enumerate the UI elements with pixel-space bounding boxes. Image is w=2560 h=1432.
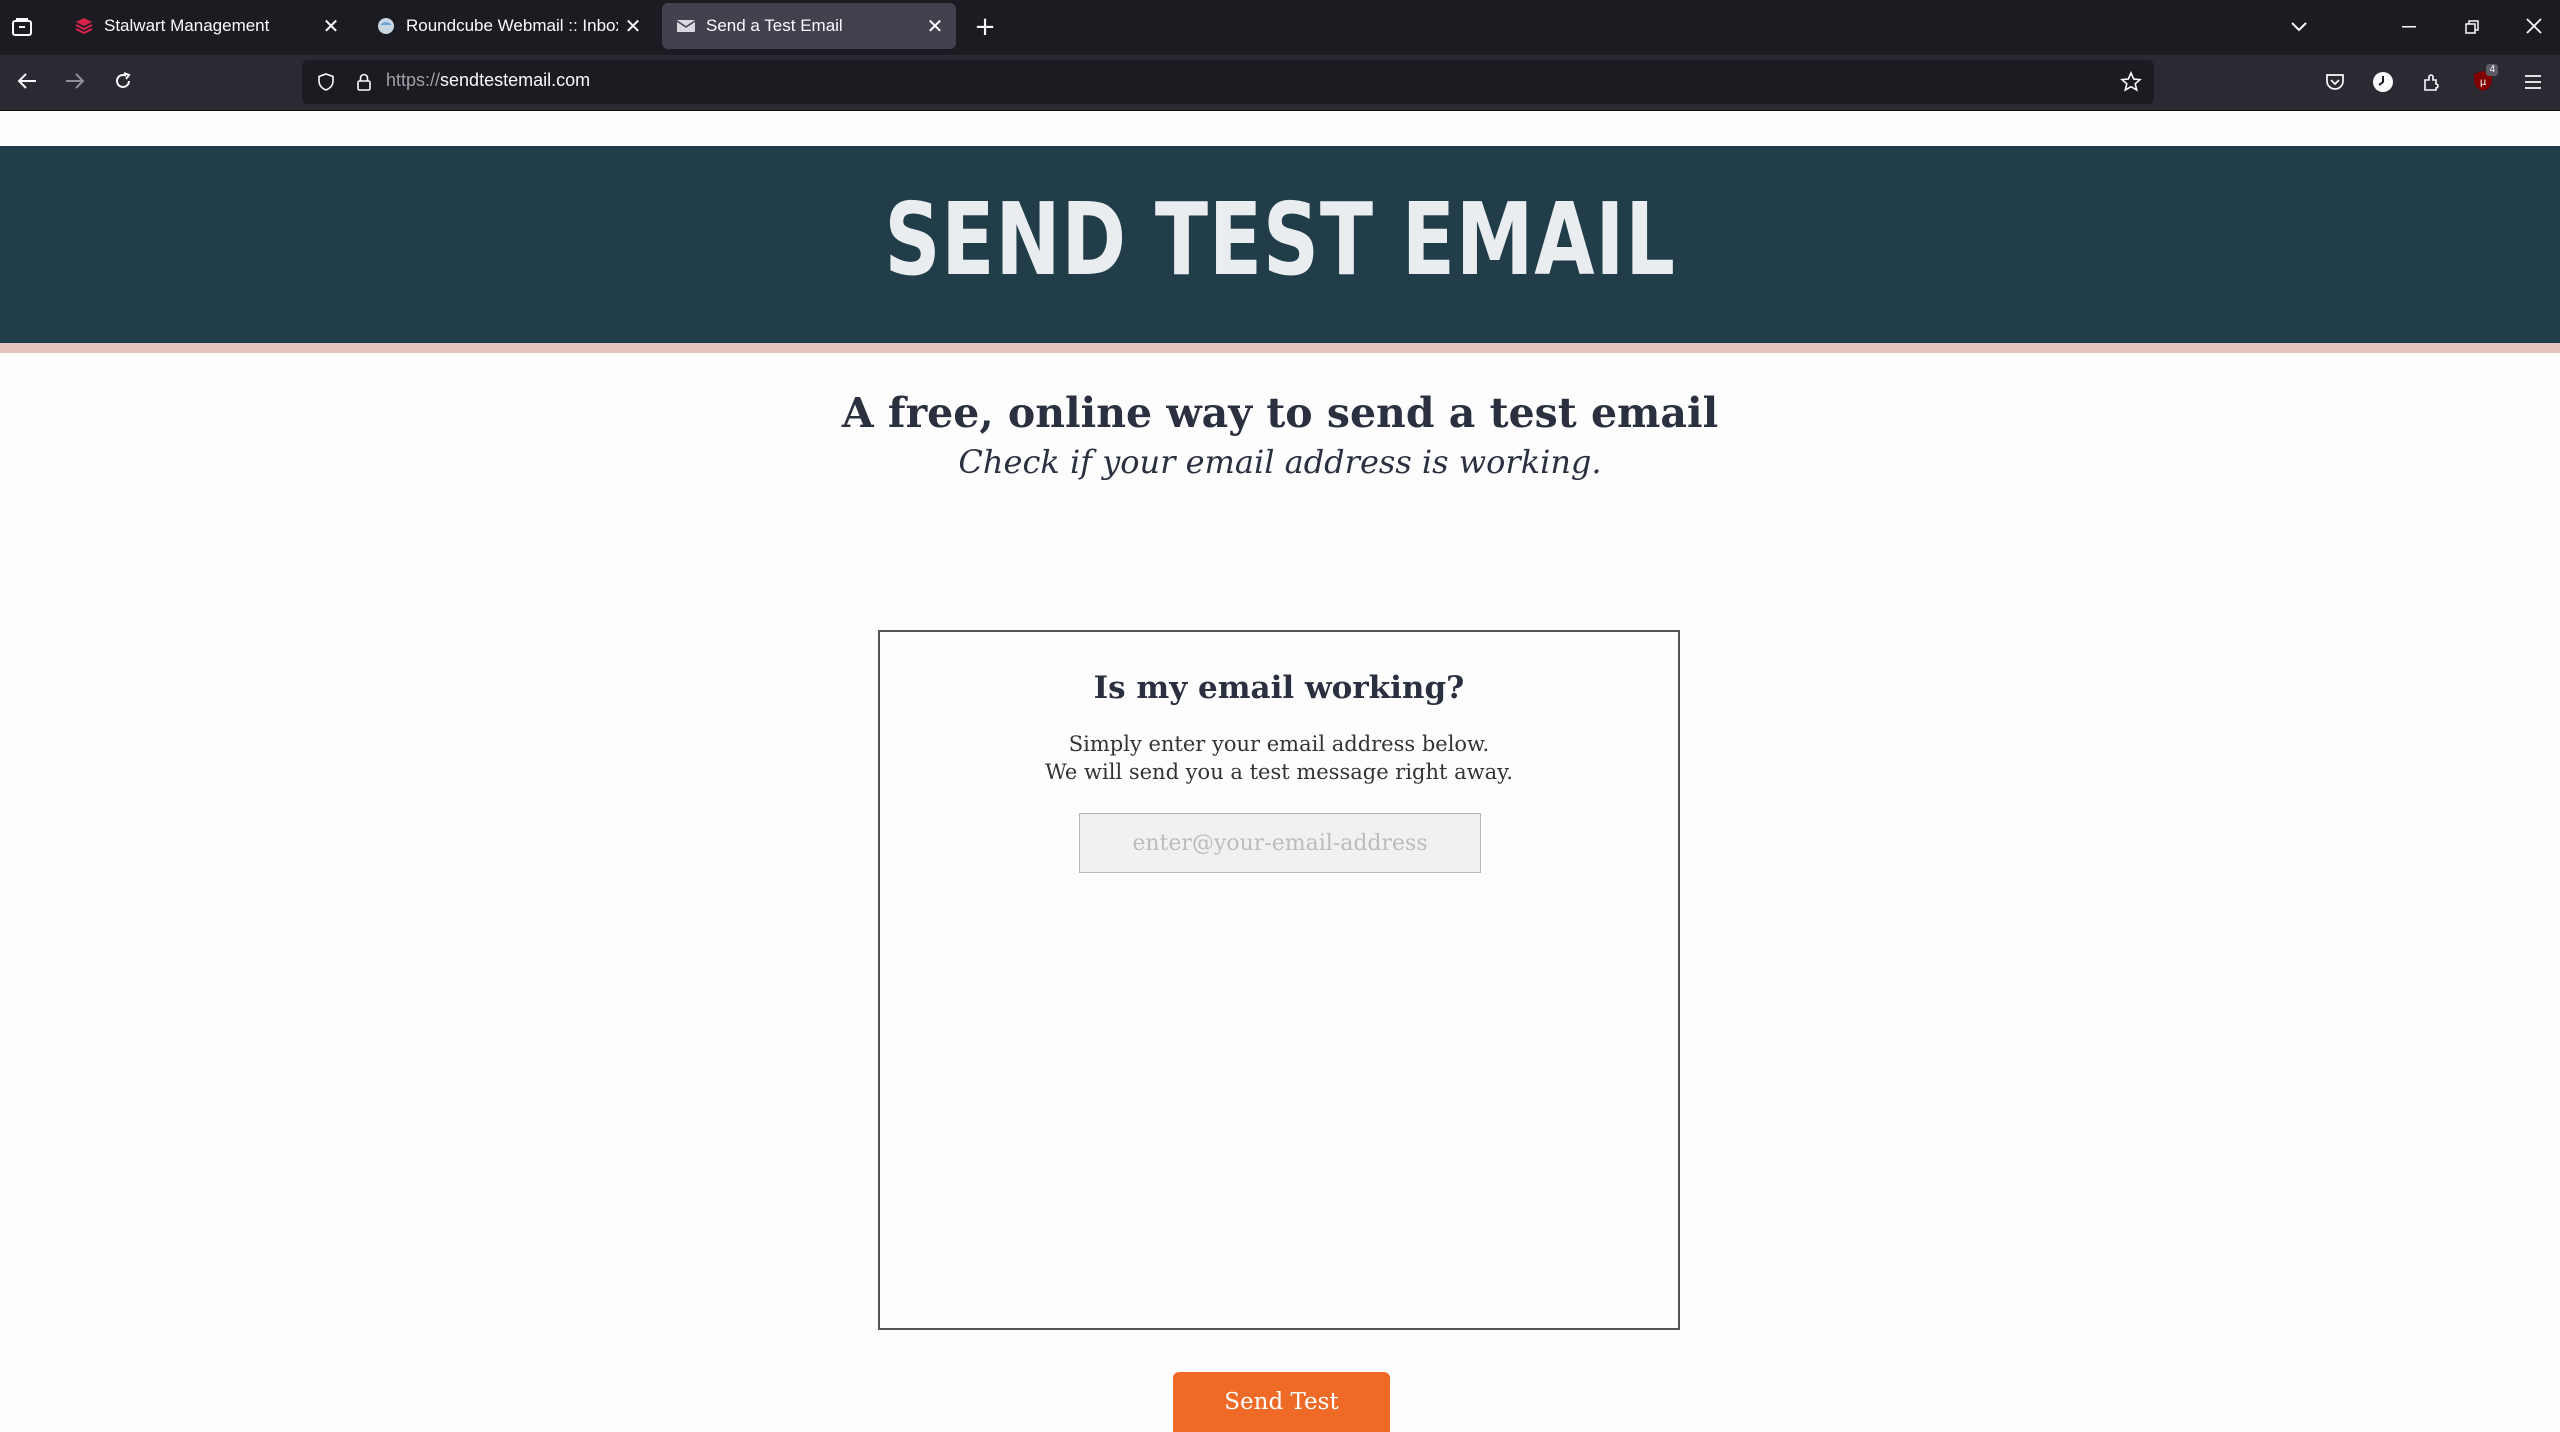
reload-icon[interactable] xyxy=(106,64,140,98)
tab-bar: Stalwart Management ✕ Roundcube Webmail … xyxy=(0,0,2560,55)
bookmark-star-icon[interactable] xyxy=(2116,67,2146,97)
minimize-icon[interactable] xyxy=(2392,10,2426,44)
url-scheme: https:// xyxy=(386,70,441,90)
url-host: sendtestemail.com xyxy=(440,70,591,90)
send-test-button[interactable]: Send Test xyxy=(1173,1372,1390,1432)
close-tab-icon[interactable]: ✕ xyxy=(618,11,648,41)
tab-title: Stalwart Management xyxy=(104,16,270,35)
tab-roundcube-inbox[interactable]: Roundcube Webmail :: Inbox ✕ xyxy=(362,3,654,49)
card-description-line1: Simply enter your email address below. xyxy=(1068,732,1490,756)
restore-icon[interactable] xyxy=(2455,10,2489,44)
account-icon[interactable] xyxy=(2368,67,2398,97)
list-all-tabs-icon[interactable] xyxy=(2282,10,2316,44)
card-description: Simply enter your email address below. W… xyxy=(880,730,1678,786)
tab-send-test-email[interactable]: Send a Test Email ✕ xyxy=(662,3,956,49)
lock-icon[interactable] xyxy=(350,68,378,96)
page-headline: A free, online way to send a test email xyxy=(841,389,1719,437)
roundcube-logo-icon xyxy=(376,16,396,36)
tab-title: Roundcube Webmail :: Inbox xyxy=(406,16,618,35)
page-content: SEND TEST EMAIL A free, online way to se… xyxy=(0,111,2560,1432)
stalwart-logo-icon xyxy=(74,16,94,36)
extension-badge: 4 xyxy=(2486,64,2498,76)
extensions-icon[interactable] xyxy=(2417,67,2447,97)
close-tab-icon[interactable]: ✕ xyxy=(316,11,346,41)
url-text[interactable]: https://sendtestemail.com xyxy=(386,70,590,91)
forward-icon[interactable] xyxy=(58,64,92,98)
tab-title: Send a Test Email xyxy=(706,16,843,35)
banner-title: SEND TEST EMAIL xyxy=(884,181,1676,298)
tracking-protection-shield-icon[interactable] xyxy=(312,68,340,96)
new-tab-icon[interactable]: + xyxy=(968,10,1002,44)
page-subheadline: Check if your email address is working. xyxy=(958,443,1602,481)
header-banner: SEND TEST EMAIL xyxy=(0,146,2560,353)
back-icon[interactable] xyxy=(10,64,44,98)
ublock-origin-icon[interactable]: μ 4 xyxy=(2466,64,2500,98)
firefox-view-icon[interactable] xyxy=(5,10,39,44)
close-window-icon[interactable] xyxy=(2516,8,2552,44)
email-address-input[interactable] xyxy=(1079,813,1481,873)
card-title: Is my email working? xyxy=(1093,670,1465,706)
app-menu-icon[interactable] xyxy=(2518,67,2548,97)
envelope-icon xyxy=(676,16,696,36)
pocket-icon[interactable] xyxy=(2320,67,2350,97)
tab-stalwart-management[interactable]: Stalwart Management ✕ xyxy=(60,3,352,49)
card-description-line2: We will send you a test message right aw… xyxy=(1045,760,1513,784)
close-tab-icon[interactable]: ✕ xyxy=(920,11,950,41)
test-email-card: Is my email working? Simply enter your e… xyxy=(878,630,1680,1432)
svg-text:μ: μ xyxy=(2480,77,2487,88)
